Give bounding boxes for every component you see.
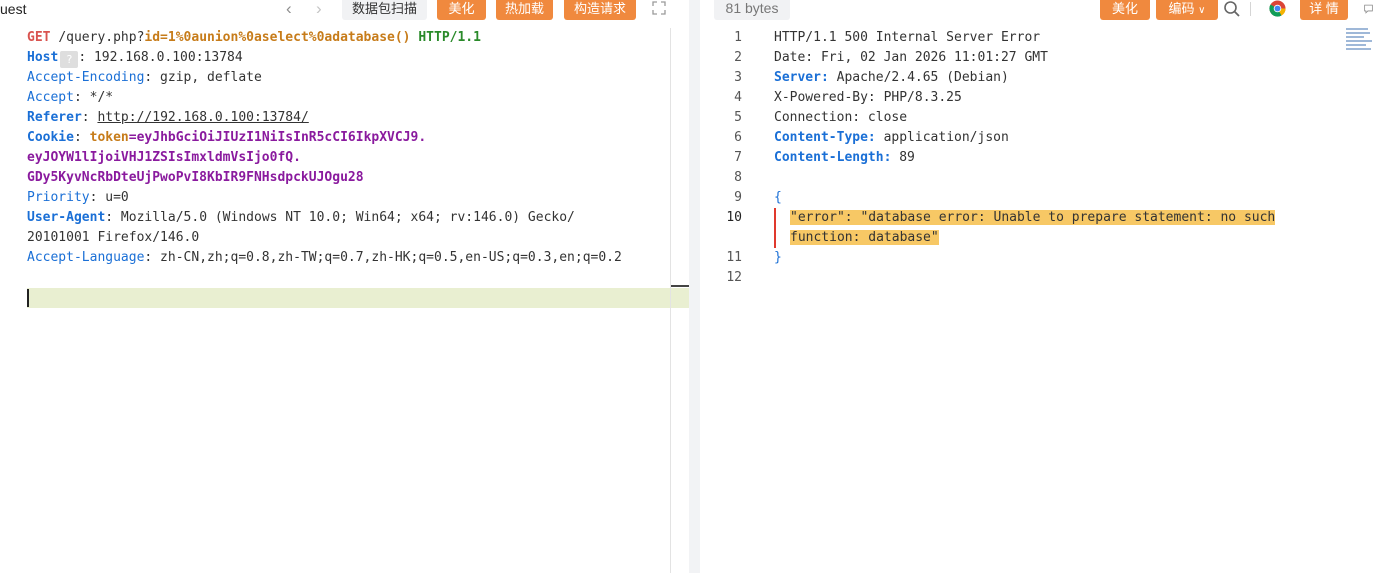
construct-request-button[interactable]: 构造请求 xyxy=(564,0,636,20)
header-host: Host?: 192.168.0.100:13784 xyxy=(27,50,243,68)
header-cookie: Cookie: token=eyJhbGciOiJIUzI1NiIsInR5cC… xyxy=(27,130,427,145)
encode-dropdown-button[interactable]: 编码 ∨ xyxy=(1156,0,1218,20)
request-toolbar: uest ‹ › 数据包扫描 美化 热加载 构造请求 xyxy=(0,0,689,22)
current-line-highlight xyxy=(27,288,689,308)
error-highlight: function: database" xyxy=(790,230,939,245)
minimap[interactable] xyxy=(1346,28,1373,52)
line-number: 1 xyxy=(734,30,742,45)
header-server: Server: Apache/2.4.65 (Debian) xyxy=(774,70,1009,85)
error-highlight: "error": "database error: Unable to prep… xyxy=(790,210,1276,225)
line-number: 11 xyxy=(726,250,742,265)
response-pane: 81 bytes 美化 编码 ∨ 详 情 1 2 3 4 5 6 7 8 9 1… xyxy=(700,0,1373,573)
header-priority: Priority: u=0 xyxy=(27,190,129,205)
header-referer: Referer: http://192.168.0.100:13784/ xyxy=(27,110,309,125)
header-content-length: Content-Length: 89 xyxy=(774,150,915,165)
error-marker xyxy=(774,208,776,248)
text-caret xyxy=(27,289,29,307)
request-pane: uest ‹ › 数据包扫描 美化 热加载 构造请求 GET /query.ph… xyxy=(0,0,689,573)
search-icon[interactable] xyxy=(1223,0,1241,18)
http-version: HTTP/1.1 xyxy=(418,30,481,45)
forward-arrow-icon[interactable]: › xyxy=(316,0,322,17)
encode-label: 编码 xyxy=(1168,1,1195,16)
line-number: 12 xyxy=(726,270,742,285)
json-close-brace: } xyxy=(774,250,782,265)
chrome-icon[interactable] xyxy=(1269,0,1286,17)
header-accept-language: Accept-Language: zh-CN,zh;q=0.8,zh-TW;q=… xyxy=(27,250,622,265)
response-size-badge: 81 bytes xyxy=(714,0,790,20)
request-scrollbar-track[interactable] xyxy=(670,28,671,573)
cookie-value: =eyJhbGciOiJIUzI1NiIsInR5cCI6IkpXVCJ9. xyxy=(128,130,427,145)
expand-icon[interactable] xyxy=(652,1,666,15)
chevron-down-icon: ∨ xyxy=(1198,5,1206,16)
header-powered-by: X-Powered-By: PHP/8.3.25 xyxy=(774,90,962,105)
line-number: 2 xyxy=(734,50,742,65)
header-date: Date: Fri, 02 Jan 2026 11:01:27 GMT xyxy=(774,50,1048,65)
request-line: GET /query.php?id=1%0aunion%0aselect%0ad… xyxy=(27,28,481,48)
user-agent-cont: 20101001 Firefox/146.0 xyxy=(27,230,200,245)
referer-link[interactable]: http://192.168.0.100:13784/ xyxy=(97,110,308,125)
line-number: 10 xyxy=(726,210,742,225)
back-arrow-icon[interactable]: ‹ xyxy=(286,0,292,17)
cookie-value-cont: GDy5KyvNcRbDteUjPwoPvI8KbIR9FNHsdpckUJOg… xyxy=(27,170,364,185)
header-content-type: Content-Type: application/json xyxy=(774,130,1009,145)
line-number: 9 xyxy=(734,190,742,205)
http-method: GET xyxy=(27,30,51,45)
header-accept-encoding: Accept-Encoding: gzip, deflate xyxy=(27,70,262,85)
detail-button[interactable]: 详 情 xyxy=(1300,0,1348,20)
request-scrollbar-thumb[interactable] xyxy=(671,285,689,287)
json-error-line-cont: function: database" xyxy=(790,228,939,248)
request-pane-title: uest xyxy=(0,1,27,17)
pane-splitter[interactable] xyxy=(689,0,700,573)
query-param: id=1%0aunion%0aselect%0adatabase() xyxy=(144,30,411,45)
header-user-agent: User-Agent: Mozilla/5.0 (Windows NT 10.0… xyxy=(27,210,575,225)
line-number: 4 xyxy=(734,90,742,105)
status-line: HTTP/1.1 500 Internal Server Error xyxy=(774,30,1041,45)
message-icon[interactable] xyxy=(1364,2,1373,16)
header-connection: Connection: close xyxy=(774,110,908,125)
request-beautify-button[interactable]: 美化 xyxy=(437,0,486,20)
cookie-name: token xyxy=(89,130,129,145)
packet-scan-button[interactable]: 数据包扫描 xyxy=(342,0,427,20)
line-number: 5 xyxy=(734,110,742,125)
cookie-value-cont: eyJOYW1lIjoiVHJ1ZSIsImxldmVsIjo0fQ. xyxy=(27,150,301,165)
header-accept: Accept: */* xyxy=(27,90,114,105)
line-number: 3 xyxy=(734,70,742,85)
response-beautify-button[interactable]: 美化 xyxy=(1100,0,1150,20)
line-number: 7 xyxy=(734,150,742,165)
json-error-line: "error": "database error: Unable to prep… xyxy=(790,208,1276,228)
line-number: 6 xyxy=(734,130,742,145)
request-path: /query.php? xyxy=(58,30,145,45)
json-open-brace: { xyxy=(774,190,782,205)
toolbar-divider xyxy=(1250,2,1251,16)
line-number: 8 xyxy=(734,170,742,185)
help-icon[interactable]: ? xyxy=(60,51,79,68)
hot-reload-button[interactable]: 热加载 xyxy=(496,0,553,20)
